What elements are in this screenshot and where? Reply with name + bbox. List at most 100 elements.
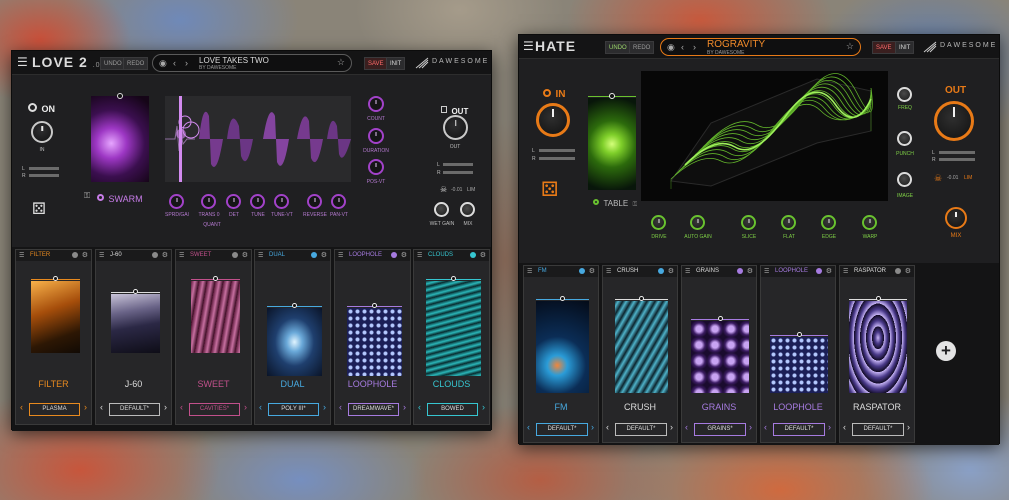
slot-menu-icon[interactable]: ☰ bbox=[527, 268, 532, 275]
slot-dual[interactable]: ☰ DUAL ⚙ DUAL ‹ POLY III* › bbox=[254, 249, 331, 425]
next-preset-icon[interactable]: › bbox=[693, 42, 696, 52]
dice-icon[interactable]: ⚄ bbox=[541, 177, 558, 202]
preset-browser[interactable]: ◉ ‹ › ROGRAVITY BY DAWESOME ☆ bbox=[660, 38, 861, 56]
slot-power-icon[interactable] bbox=[391, 252, 397, 258]
slot-preset-select[interactable]: DEFAULT* bbox=[536, 423, 588, 436]
punch-knob[interactable] bbox=[897, 131, 912, 146]
slot-preset-select[interactable]: DEFAULT* bbox=[852, 423, 904, 436]
redo-button[interactable]: REDO bbox=[629, 41, 655, 54]
next-preset-arrow[interactable]: › bbox=[907, 422, 910, 432]
preset-browser[interactable]: ◉ ‹ › LOVE TAKES TWO BY DAWESOME ☆ bbox=[152, 54, 352, 72]
mix-knob[interactable] bbox=[945, 207, 967, 229]
reverse-knob[interactable] bbox=[307, 194, 322, 209]
slot-power-icon[interactable] bbox=[232, 252, 238, 258]
slot-grains[interactable]: ☰ GRAINS ⚙ GRAINS ‹ GRAINS* › bbox=[681, 265, 757, 443]
slot-j60[interactable]: ☰ J-60 ⚙ J-60 ‹ DEFAULT* › bbox=[95, 249, 172, 425]
in-knob[interactable] bbox=[31, 121, 53, 143]
slot-settings-icon[interactable]: ⚙ bbox=[826, 267, 832, 275]
on-toggle[interactable]: ON bbox=[28, 99, 55, 117]
slot-settings-icon[interactable]: ⚙ bbox=[242, 251, 248, 259]
next-preset-arrow[interactable]: › bbox=[164, 402, 167, 412]
favorite-star-icon[interactable]: ☆ bbox=[846, 41, 854, 52]
detune-knob[interactable] bbox=[226, 194, 241, 209]
init-button[interactable]: INIT bbox=[386, 57, 406, 70]
save-button[interactable]: SAVE bbox=[872, 41, 896, 54]
slot-menu-icon[interactable]: ☰ bbox=[258, 252, 263, 259]
dice-icon[interactable]: ⚄ bbox=[32, 199, 46, 219]
tune-knob[interactable] bbox=[250, 194, 265, 209]
next-preset-arrow[interactable]: › bbox=[482, 402, 485, 412]
slot-menu-icon[interactable]: ☰ bbox=[179, 252, 184, 259]
slot-preset-select[interactable]: BOWED bbox=[427, 403, 478, 416]
engine-image-dot[interactable] bbox=[117, 93, 123, 99]
slot-menu-icon[interactable]: ☰ bbox=[685, 268, 690, 275]
drive-knob[interactable] bbox=[651, 215, 666, 230]
next-preset-arrow[interactable]: › bbox=[323, 402, 326, 412]
prev-preset-arrow[interactable]: ‹ bbox=[606, 422, 609, 432]
slot-preset-select[interactable]: DEFAULT* bbox=[773, 423, 825, 436]
slot-menu-icon[interactable]: ☰ bbox=[19, 252, 24, 259]
slot-preset-select[interactable]: POLY III* bbox=[268, 403, 319, 416]
slot-settings-icon[interactable]: ⚙ bbox=[82, 251, 88, 259]
freq-knob[interactable] bbox=[897, 87, 912, 102]
flat-knob[interactable] bbox=[781, 215, 796, 230]
count-knob[interactable] bbox=[368, 96, 384, 112]
slot-power-icon[interactable] bbox=[152, 252, 158, 258]
in-knob[interactable] bbox=[536, 103, 570, 137]
slot-preset-select[interactable]: DEFAULT* bbox=[615, 423, 667, 436]
prev-preset-icon[interactable]: ‹ bbox=[173, 58, 176, 68]
engine-selector[interactable]: SWARM bbox=[97, 189, 143, 207]
undo-button[interactable]: UNDO bbox=[605, 41, 631, 54]
slot-menu-icon[interactable]: ☰ bbox=[764, 268, 769, 275]
slot-power-icon[interactable] bbox=[579, 268, 585, 274]
slot-preset-select[interactable]: DEFAULT* bbox=[109, 403, 160, 416]
prev-preset-arrow[interactable]: ‹ bbox=[20, 402, 23, 412]
spread-knob[interactable] bbox=[169, 194, 184, 209]
prev-preset-icon[interactable]: ‹ bbox=[681, 42, 684, 52]
wet-gain-knob[interactable] bbox=[434, 202, 449, 217]
out-knob[interactable] bbox=[443, 115, 468, 140]
duration-knob[interactable] bbox=[368, 128, 384, 144]
out-knob[interactable] bbox=[934, 101, 974, 141]
add-slot-button[interactable]: + bbox=[936, 341, 956, 361]
mix-knob[interactable] bbox=[460, 202, 475, 217]
save-button[interactable]: SAVE bbox=[364, 57, 388, 70]
slot-power-icon[interactable] bbox=[311, 252, 317, 258]
undo-button[interactable]: UNDO bbox=[100, 57, 126, 70]
next-preset-arrow[interactable]: › bbox=[403, 402, 406, 412]
slot-settings-icon[interactable]: ⚙ bbox=[747, 267, 753, 275]
slot-power-icon[interactable] bbox=[895, 268, 901, 274]
favorite-star-icon[interactable]: ☆ bbox=[337, 57, 345, 68]
slot-settings-icon[interactable]: ⚙ bbox=[480, 251, 486, 259]
pos-vt-knob[interactable] bbox=[368, 159, 384, 175]
init-button[interactable]: INIT bbox=[895, 41, 915, 54]
slot-preset-select[interactable]: CAVITIES* bbox=[189, 403, 240, 416]
table-mix-handle[interactable] bbox=[609, 93, 615, 99]
slot-power-icon[interactable] bbox=[658, 268, 664, 274]
edge-knob[interactable] bbox=[821, 215, 836, 230]
prev-preset-arrow[interactable]: ‹ bbox=[259, 402, 262, 412]
table-selector[interactable]: TABLE ⚿ bbox=[593, 193, 637, 211]
trans-knob[interactable] bbox=[201, 194, 216, 209]
image-knob[interactable] bbox=[897, 172, 912, 187]
slot-menu-icon[interactable]: ☰ bbox=[417, 252, 422, 259]
warp-knob[interactable] bbox=[862, 215, 877, 230]
slot-menu-icon[interactable]: ☰ bbox=[843, 268, 848, 275]
slot-menu-icon[interactable]: ☰ bbox=[99, 252, 104, 259]
next-preset-arrow[interactable]: › bbox=[828, 422, 831, 432]
in-toggle[interactable]: IN bbox=[543, 84, 565, 102]
slot-loophole[interactable]: ☰ LOOPHOLE ⚙ LOOPHOLE ‹ DREAMWAVE* › bbox=[334, 249, 411, 425]
slot-raspator[interactable]: ☰ RASPATOR ⚙ RASPATOR ‹ DEFAULT* › bbox=[839, 265, 915, 443]
next-preset-arrow[interactable]: › bbox=[244, 402, 247, 412]
prev-preset-arrow[interactable]: ‹ bbox=[100, 402, 103, 412]
slot-power-icon[interactable] bbox=[737, 268, 743, 274]
next-preset-arrow[interactable]: › bbox=[670, 422, 673, 432]
slot-loophole[interactable]: ☰ LOOPHOLE ⚙ LOOPHOLE ‹ DEFAULT* › bbox=[760, 265, 836, 443]
slot-settings-icon[interactable]: ⚙ bbox=[401, 251, 407, 259]
waveform-display[interactable] bbox=[165, 96, 351, 182]
slot-menu-icon[interactable]: ☰ bbox=[338, 252, 343, 259]
tune-vt-knob[interactable] bbox=[274, 194, 289, 209]
lock-icon[interactable]: ⚿ bbox=[633, 202, 638, 208]
slot-settings-icon[interactable]: ⚙ bbox=[905, 267, 911, 275]
slot-settings-icon[interactable]: ⚙ bbox=[162, 251, 168, 259]
